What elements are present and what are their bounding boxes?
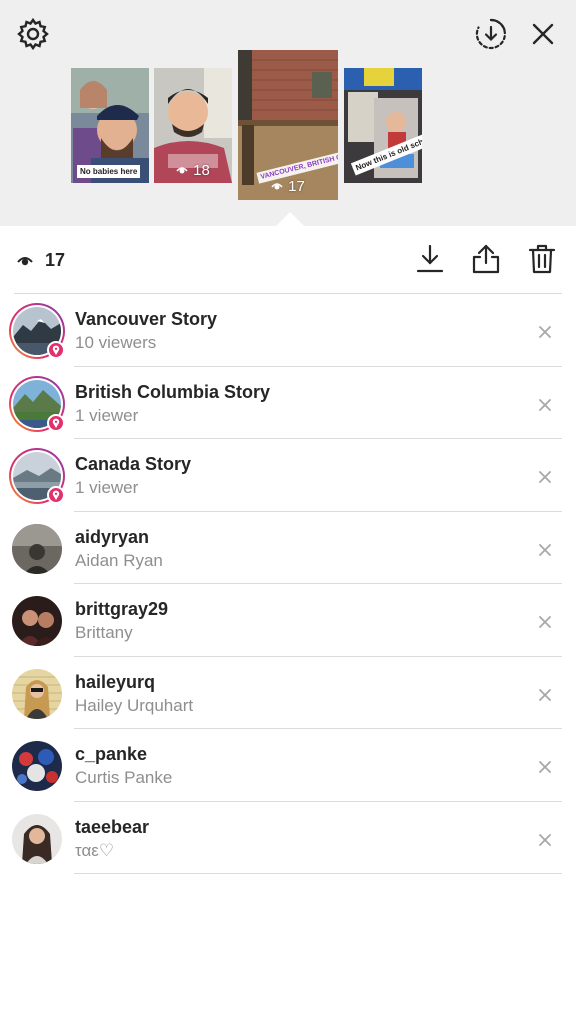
remove-button[interactable] [532, 392, 558, 418]
username: brittgray29 [75, 599, 169, 619]
full-name: Aidan Ryan [75, 550, 163, 570]
viewer-count: 1 viewer [75, 478, 139, 497]
share-icon [472, 244, 500, 274]
viewer-row-user[interactable]: c_panke Curtis Panke [0, 729, 576, 802]
gear-icon [17, 17, 49, 51]
viewer-count: 1 viewer [75, 405, 139, 425]
avatar [9, 593, 65, 649]
viewer-row-user[interactable]: taeebear ταε♡ [0, 802, 576, 875]
story-stats-bar: 17 [0, 226, 576, 294]
viewer-row-location-story[interactable]: Canada Story 1 viewer [0, 439, 576, 512]
story-title: British Columbia Story [75, 381, 271, 402]
selected-story-pointer [276, 212, 304, 226]
location-pin-icon [47, 413, 65, 432]
remove-button[interactable] [532, 682, 558, 708]
story-view-count: 17 [238, 178, 338, 195]
x-icon [539, 471, 551, 483]
avatar [9, 666, 65, 722]
viewer-row-user[interactable]: aidyryan Aidan Ryan [0, 512, 576, 585]
close-button[interactable] [523, 14, 563, 54]
full-name: Hailey Urquhart [75, 695, 194, 715]
story-thumbnail[interactable]: Now this is old school [344, 68, 422, 183]
story-thumbnail[interactable]: 18 [154, 68, 232, 183]
x-icon [539, 543, 551, 556]
story-view-count: 18 [154, 162, 232, 179]
location-pin-icon [47, 486, 65, 504]
save-story-button[interactable] [471, 14, 511, 54]
story-thumbnail-selected[interactable]: VANCOUVER, BRITISH COLUMBIA 17 [238, 50, 338, 200]
close-icon [532, 23, 554, 45]
full-name: ταε♡ [75, 840, 115, 860]
settings-button[interactable] [13, 14, 53, 54]
story-caption: No babies here [77, 165, 141, 178]
remove-button[interactable] [532, 754, 558, 780]
view-count-number: 17 [45, 250, 66, 270]
x-icon [539, 688, 551, 701]
remove-button[interactable] [532, 609, 558, 635]
remove-button[interactable] [532, 319, 558, 345]
view-count: 17 [17, 250, 65, 271]
x-icon [539, 761, 551, 773]
story-view-number: 17 [288, 178, 305, 195]
username: aidyryan [75, 526, 150, 547]
story-tray: No babies here 18 VANCOUVER, BRITISH COL… [0, 0, 576, 226]
story-title: Canada Story [75, 454, 192, 474]
eye-icon [17, 256, 33, 265]
download-button[interactable] [412, 241, 448, 277]
story-thumbnail[interactable]: No babies here [71, 68, 149, 183]
x-icon [539, 616, 551, 628]
viewer-row-location-story[interactable]: Vancouver Story 10 viewers [0, 294, 576, 367]
circle-download-icon [475, 18, 506, 50]
delete-button[interactable] [524, 241, 560, 277]
viewer-row-user[interactable]: haileyurq Hailey Urquhart [0, 657, 576, 730]
avatar [9, 303, 65, 359]
viewer-row-user[interactable]: brittgray29 Brittany [0, 584, 576, 657]
avatar [9, 811, 65, 867]
full-name: Curtis Panke [75, 768, 173, 787]
remove-button[interactable] [532, 537, 558, 563]
username: c_panke [75, 744, 148, 764]
full-name: Brittany [75, 623, 133, 642]
x-icon [539, 326, 551, 338]
username: haileyurq [75, 671, 156, 692]
viewer-row-location-story[interactable]: British Columbia Story 1 viewer [0, 367, 576, 440]
avatar [9, 375, 65, 432]
story-title: Vancouver Story [75, 309, 218, 329]
avatar [9, 521, 65, 577]
location-pin-icon [47, 341, 65, 359]
viewer-list: Vancouver Story 10 viewers British Colum… [0, 294, 576, 874]
avatar [9, 738, 65, 794]
avatar [9, 448, 65, 504]
trash-icon [528, 244, 556, 274]
x-icon [539, 398, 551, 411]
download-icon [416, 244, 444, 273]
story-view-number: 18 [193, 162, 210, 179]
remove-button[interactable] [532, 827, 558, 853]
share-button[interactable] [468, 241, 504, 277]
x-icon [539, 833, 551, 846]
eye-icon [271, 183, 283, 190]
username: taeebear [75, 816, 150, 837]
viewer-count: 10 viewers [75, 333, 157, 352]
eye-icon [176, 167, 188, 174]
remove-button[interactable] [532, 464, 558, 490]
